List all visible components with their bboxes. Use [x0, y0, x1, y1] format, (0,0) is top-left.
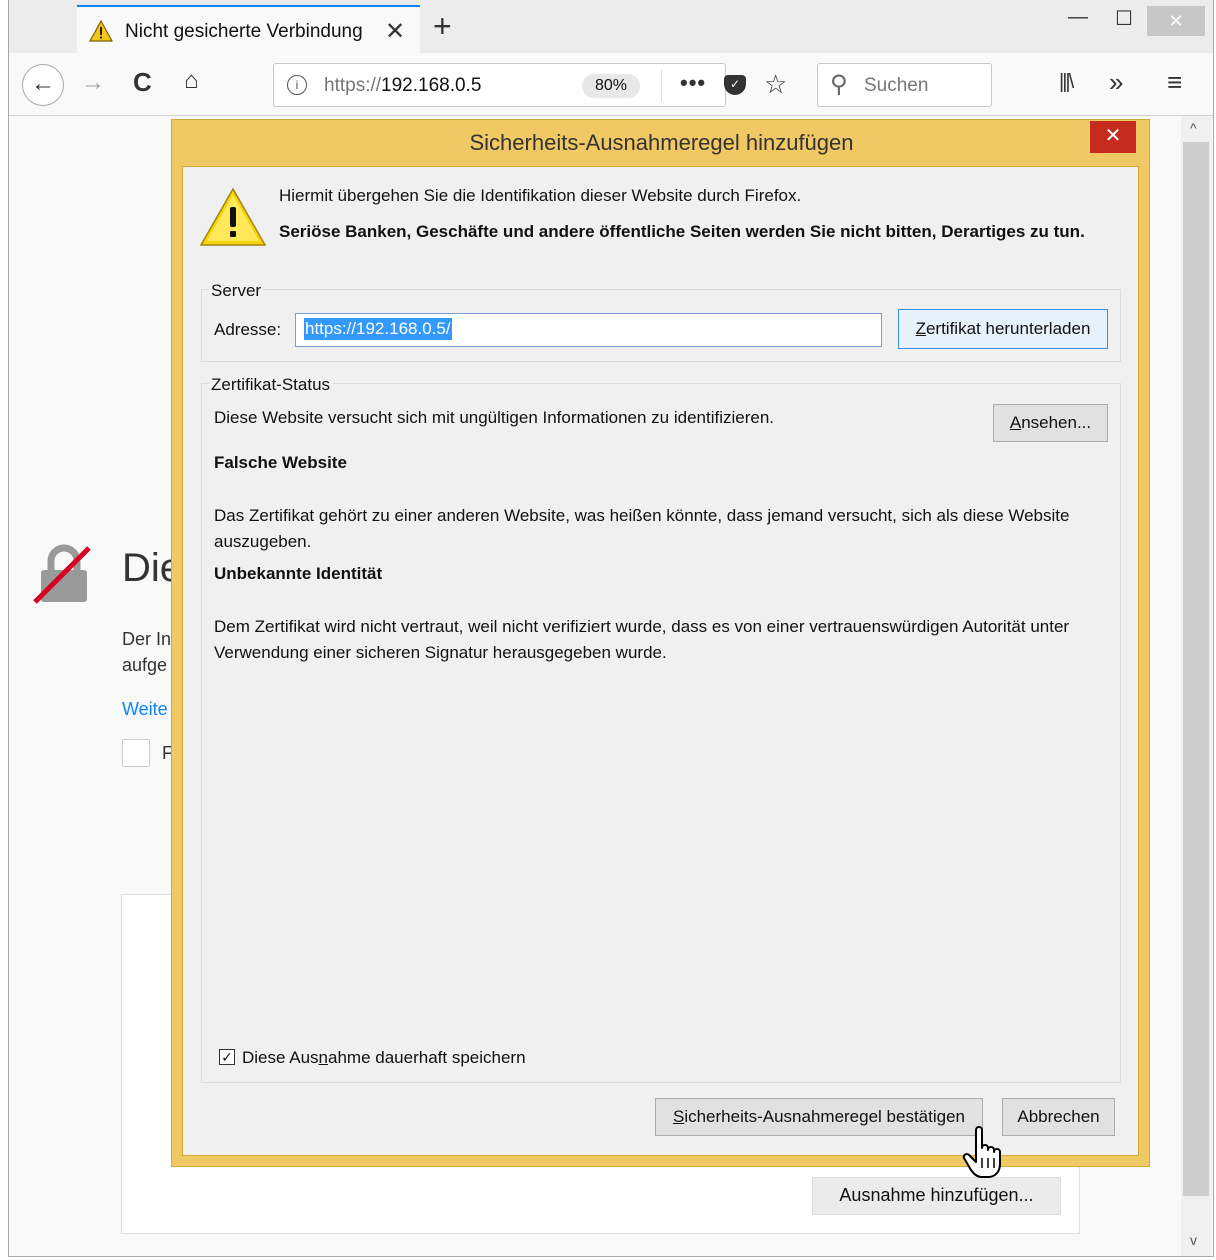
hand-cursor-icon — [960, 1126, 1006, 1185]
download-certificate-button[interactable]: Zertifikat herunterladen — [898, 309, 1108, 349]
page-text: Der In — [122, 629, 172, 649]
pocket-icon[interactable]: ✓ — [724, 75, 746, 95]
confirm-exception-button[interactable]: Sicherheits-Ausnahmeregel bestätigen — [655, 1098, 983, 1136]
intro-text: Hiermit übergehen Sie die Identifikation… — [279, 186, 802, 205]
wrong-site-title: Falsche Website — [214, 453, 347, 472]
certificate-status-legend: Zertifikat-Status — [209, 375, 333, 395]
server-legend: Server — [209, 281, 264, 301]
scroll-thumb[interactable] — [1183, 142, 1209, 1196]
add-exception-button[interactable]: Ausnahme hinzufügen... — [812, 1177, 1061, 1215]
home-button[interactable]: ⌂ — [184, 67, 199, 95]
dialog-title: Sicherheits-Ausnahmeregel hinzufügen — [469, 130, 854, 155]
navigation-bar: ← → C ⌂ i https://192.168.0.5 80% ••• ✓ … — [9, 53, 1213, 116]
zoom-indicator[interactable]: 80% — [582, 74, 640, 98]
search-input[interactable]: Suchen — [864, 75, 928, 97]
info-icon[interactable]: i — [287, 75, 307, 95]
address-value: https://192.168.0.5/ — [304, 318, 452, 340]
new-tab-button[interactable]: + — [433, 8, 452, 45]
hamburger-menu-icon[interactable]: ≡ — [1167, 67, 1182, 98]
vertical-scrollbar[interactable]: ^ v — [1181, 116, 1212, 1256]
library-icon[interactable]: |||\ — [1059, 71, 1074, 94]
forward-button[interactable]: → — [81, 69, 105, 97]
tab-insecure-connection[interactable]: Nicht gesicherte Verbindung ✕ — [77, 5, 420, 53]
back-button[interactable]: ← — [22, 64, 64, 106]
address-field[interactable]: https://192.168.0.5/ — [295, 313, 882, 347]
certificate-status-group — [201, 383, 1121, 1083]
view-certificate-button[interactable]: Ansehen... — [993, 404, 1108, 442]
search-icon: ⚲ — [830, 71, 848, 98]
warning-icon — [199, 187, 267, 252]
close-tab-icon[interactable]: ✕ — [385, 17, 405, 46]
dialog-close-button[interactable]: ✕ — [1090, 121, 1136, 153]
page-text: aufge — [122, 655, 168, 675]
unknown-identity-title: Unbekannte Identität — [214, 564, 383, 583]
url-divider — [661, 70, 662, 102]
tab-title: Nicht gesicherte Verbindung — [125, 21, 363, 42]
unknown-identity-text: Dem Zertifikat wird nicht vertraut, weil… — [214, 617, 1070, 662]
intro-warning: Seriöse Banken, Geschäfte und andere öff… — [279, 222, 1085, 241]
add-security-exception-dialog: Sicherheits-Ausnahmeregel hinzufügen ✕ H… — [171, 119, 1150, 1167]
url-text[interactable]: https://192.168.0.5 — [324, 75, 481, 97]
learn-more-link[interactable]: Weite — [122, 699, 168, 720]
close-window-button[interactable]: ✕ — [1147, 6, 1205, 36]
scroll-down-icon[interactable]: v — [1190, 1232, 1197, 1248]
bookmark-star-icon[interactable]: ☆ — [764, 69, 787, 100]
reload-button[interactable]: C — [133, 67, 152, 98]
persist-checkbox-label[interactable]: Diese Ausnahme dauerhaft speichern — [242, 1048, 526, 1068]
url-prefix: https:// — [324, 75, 382, 96]
page-actions-icon[interactable]: ••• — [680, 70, 706, 96]
report-checkbox[interactable] — [122, 739, 150, 767]
overflow-menu-icon[interactable]: » — [1109, 67, 1123, 98]
wrong-site-text: Das Zertifikat gehört zu einer anderen W… — [214, 506, 1070, 551]
url-host: 192.168.0.5 — [381, 75, 482, 96]
scroll-up-icon[interactable]: ^ — [1190, 120, 1197, 136]
maximize-button[interactable]: ☐ — [1101, 6, 1147, 36]
tab-strip: Nicht gesicherte Verbindung ✕ + — ☐ ✕ — [9, 0, 1213, 53]
warning-icon — [88, 19, 114, 47]
lock-broken-icon — [31, 544, 97, 611]
minimize-button[interactable]: — — [1055, 6, 1101, 36]
cancel-button[interactable]: Abbrechen — [1002, 1098, 1115, 1136]
search-box[interactable]: ⚲ Suchen — [817, 63, 992, 107]
persist-checkbox[interactable]: ✓ — [219, 1049, 235, 1065]
status-text: Diese Website versucht sich mit ungültig… — [214, 408, 775, 427]
address-label: Adresse: — [214, 320, 282, 339]
dialog-body: Hiermit übergehen Sie die Identifikation… — [182, 166, 1139, 1156]
url-bar[interactable]: i https://192.168.0.5 80% ••• ✓ ☆ — [273, 63, 787, 107]
